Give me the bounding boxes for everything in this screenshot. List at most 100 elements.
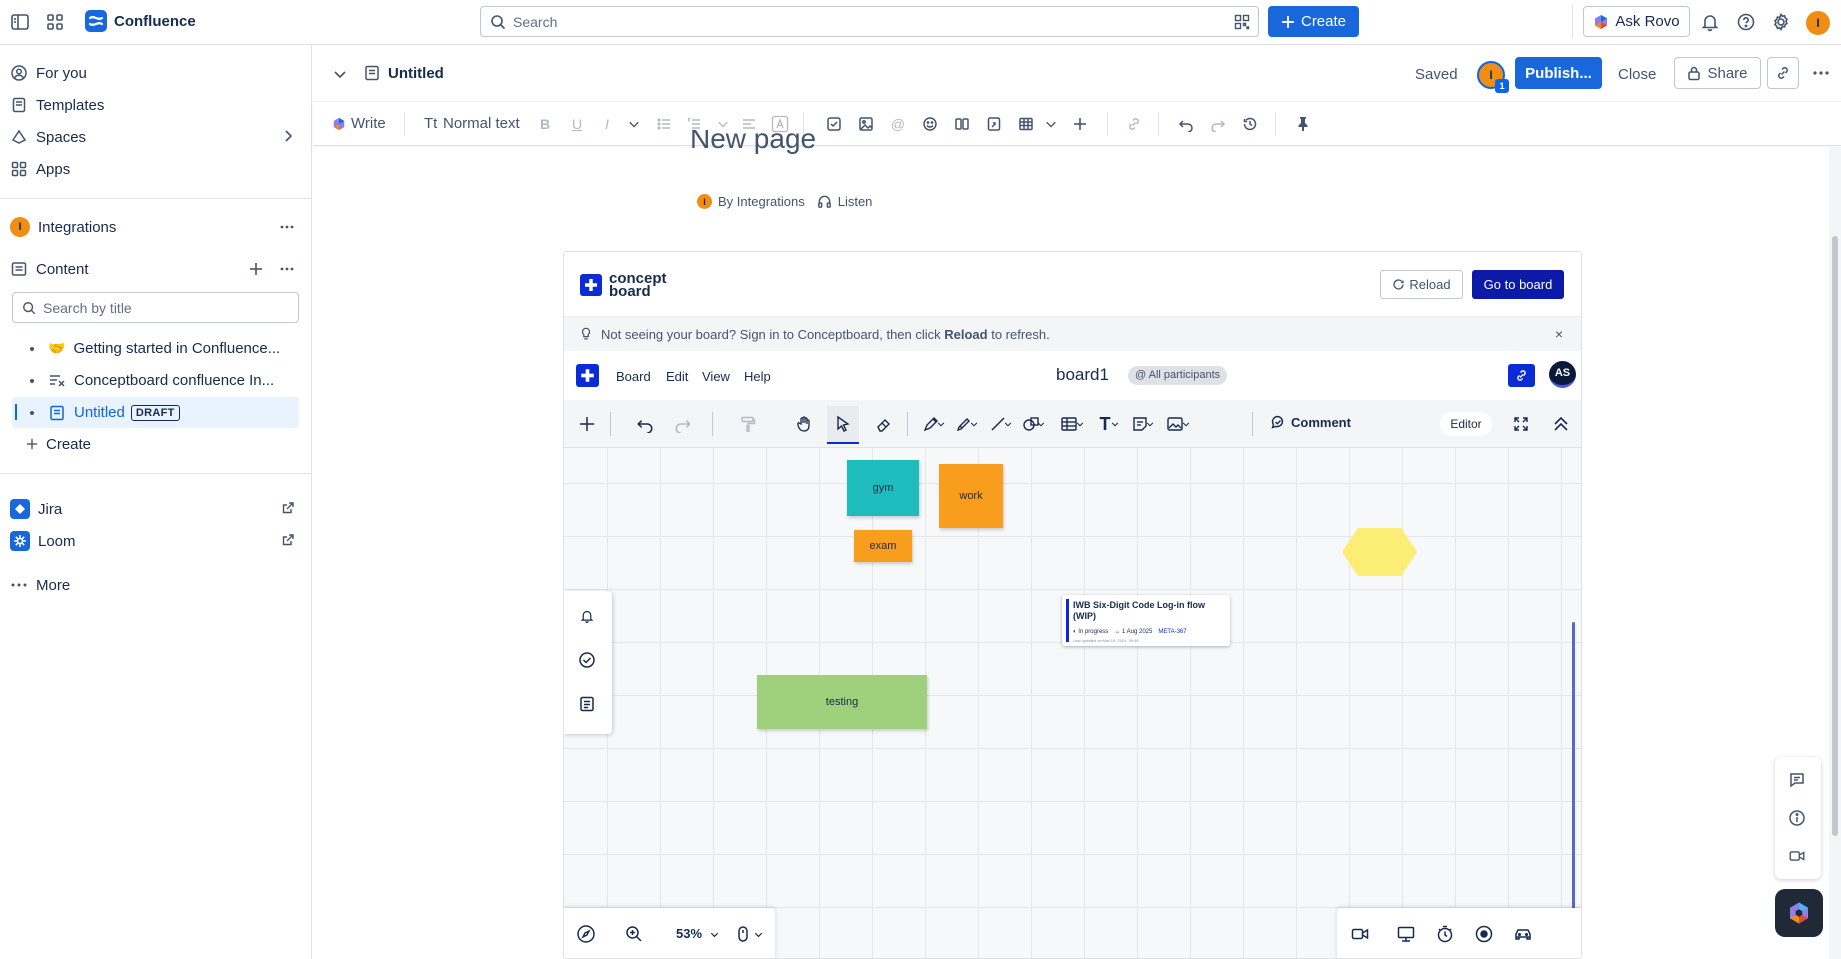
external-link-icon[interactable] (281, 533, 295, 547)
settings-gear-icon[interactable] (1769, 10, 1793, 34)
page-title[interactable]: New page (690, 130, 816, 160)
chevron-down-icon[interactable] (754, 930, 766, 950)
board-user-avatar[interactable]: AS (1549, 361, 1576, 388)
tree-item-untitled[interactable]: Untitled DRAFT (12, 397, 299, 428)
card-issue-key[interactable]: META-367 (1158, 629, 1186, 635)
chevron-down-icon[interactable] (1041, 114, 1061, 134)
confluence-logo-icon[interactable] (85, 10, 107, 32)
chevron-down-icon[interactable] (1035, 413, 1047, 435)
chevron-down-icon[interactable] (1074, 413, 1086, 435)
hexagon-shape[interactable] (1341, 527, 1418, 577)
video-icon[interactable] (1788, 847, 1808, 867)
close-button[interactable]: Close (1618, 66, 1656, 83)
redo-icon[interactable] (1208, 114, 1228, 134)
task-checkbox-icon[interactable] (824, 114, 844, 134)
comments-icon[interactable] (1788, 771, 1808, 791)
more-options-icon[interactable] (279, 262, 295, 276)
underline-icon[interactable]: U (567, 114, 587, 134)
ask-rovo-button[interactable]: Ask Rovo (1583, 6, 1690, 37)
share-button[interactable]: Share (1674, 57, 1761, 89)
emoji-icon[interactable] (920, 114, 940, 134)
mention-icon[interactable]: @ (888, 114, 908, 134)
menu-edit[interactable]: Edit (666, 369, 688, 384)
navigator-compass-icon[interactable] (576, 924, 596, 944)
zoom-in-icon[interactable] (624, 924, 644, 944)
sidebar-search-input[interactable]: Search by title (12, 292, 299, 323)
listen-button[interactable]: Listen (838, 194, 873, 209)
external-link-icon[interactable] (281, 501, 295, 515)
sidebar-item-apps[interactable]: Apps (10, 155, 70, 183)
video-camera-icon[interactable] (1350, 924, 1370, 944)
content-section-header[interactable]: Content (10, 255, 295, 283)
notifications-bell-icon[interactable] (1698, 10, 1722, 34)
notice-reload-link[interactable]: Reload (944, 327, 987, 342)
share-link-button[interactable] (1508, 364, 1535, 387)
write-button[interactable]: Write (351, 115, 386, 132)
undo-icon[interactable] (634, 413, 656, 435)
reload-button[interactable]: Reload (1380, 270, 1463, 299)
editor-role-badge[interactable]: Editor (1440, 412, 1492, 436)
go-to-board-button[interactable]: Go to board (1472, 270, 1564, 299)
chevron-down-icon[interactable] (1180, 413, 1192, 435)
redo-icon[interactable] (672, 413, 694, 435)
chevron-down-icon[interactable] (1002, 413, 1014, 435)
author-byline[interactable]: By Integrations (718, 194, 805, 209)
eraser-icon[interactable] (873, 413, 895, 435)
chevron-down-icon[interactable] (968, 413, 980, 435)
create-button[interactable]: Create (1268, 6, 1359, 37)
collapse-chevron-icon[interactable] (333, 67, 347, 81)
mouse-icon[interactable] (733, 924, 753, 944)
insert-page-icon[interactable] (984, 114, 1004, 134)
text-style-dropdown[interactable]: Normal text (443, 115, 520, 132)
pin-toolbar-icon[interactable] (1293, 114, 1313, 134)
jira-issue-card[interactable]: IWB Six-Digit Code Log-in flow (WIP) ◐ I… (1062, 595, 1230, 646)
sidebar-item-jira[interactable]: Jira (10, 495, 295, 523)
participants-badge[interactable]: @ All participants (1128, 366, 1228, 385)
chevron-down-icon[interactable] (710, 930, 722, 950)
notes-list-icon[interactable] (578, 695, 598, 715)
image-icon[interactable] (856, 114, 876, 134)
tree-item-getting-started[interactable]: 🤝 Getting started in Confluence... (12, 333, 299, 364)
collapse-toolbar-icon[interactable] (1550, 413, 1572, 435)
format-painter-icon[interactable] (737, 413, 759, 435)
help-icon[interactable] (1734, 10, 1758, 34)
insert-plus-icon[interactable] (1070, 114, 1090, 134)
sidebar-item-spaces[interactable]: Spaces (10, 123, 295, 151)
publish-button[interactable]: Publish... (1515, 57, 1602, 89)
comment-button[interactable]: Comment (1270, 414, 1351, 430)
sticky-note-gym[interactable]: gym (847, 460, 919, 516)
layout-columns-icon[interactable] (952, 114, 972, 134)
chevron-down-icon[interactable] (935, 413, 947, 435)
rovo-chat-button[interactable] (1775, 889, 1823, 937)
sidebar-item-loom[interactable]: Loom (10, 527, 295, 555)
page-scrollbar[interactable] (1829, 146, 1841, 959)
chevron-right-icon[interactable] (281, 129, 295, 143)
page-scrollbar-thumb[interactable] (1832, 236, 1838, 836)
board-canvas[interactable]: gym work exam testing IWB Six-Digit Code… (564, 448, 1581, 958)
chevron-down-icon[interactable] (1109, 413, 1121, 435)
chevron-down-icon[interactable] (1144, 413, 1156, 435)
zoom-level[interactable]: 53% (676, 926, 702, 941)
bold-icon[interactable]: B (535, 114, 555, 134)
add-content-icon[interactable] (249, 262, 263, 276)
sticky-note-testing[interactable]: testing (757, 675, 927, 729)
bullet-list-icon[interactable] (654, 114, 674, 134)
more-options-icon[interactable] (1812, 66, 1830, 80)
board-name[interactable]: board1 (1056, 365, 1109, 385)
sticky-note-exam[interactable]: exam (854, 530, 912, 562)
presentation-icon[interactable] (1396, 924, 1416, 944)
sidebar-toggle-icon[interactable] (8, 10, 32, 34)
sidebar-item-templates[interactable]: Templates (10, 91, 104, 119)
conceptboard-logo-icon[interactable] (576, 364, 599, 387)
bell-icon[interactable] (578, 607, 598, 627)
user-avatar[interactable]: I (1806, 11, 1830, 35)
close-notice-icon[interactable]: × (1555, 326, 1563, 342)
undo-icon[interactable] (1176, 114, 1196, 134)
timer-icon[interactable] (1435, 924, 1455, 944)
record-icon[interactable] (1474, 924, 1494, 944)
link-icon[interactable] (1124, 114, 1144, 134)
page-header-title[interactable]: Untitled (388, 65, 444, 82)
cursor-select-icon[interactable] (832, 413, 854, 435)
app-switcher-icon[interactable] (43, 10, 67, 34)
chevron-down-icon[interactable] (624, 114, 644, 134)
